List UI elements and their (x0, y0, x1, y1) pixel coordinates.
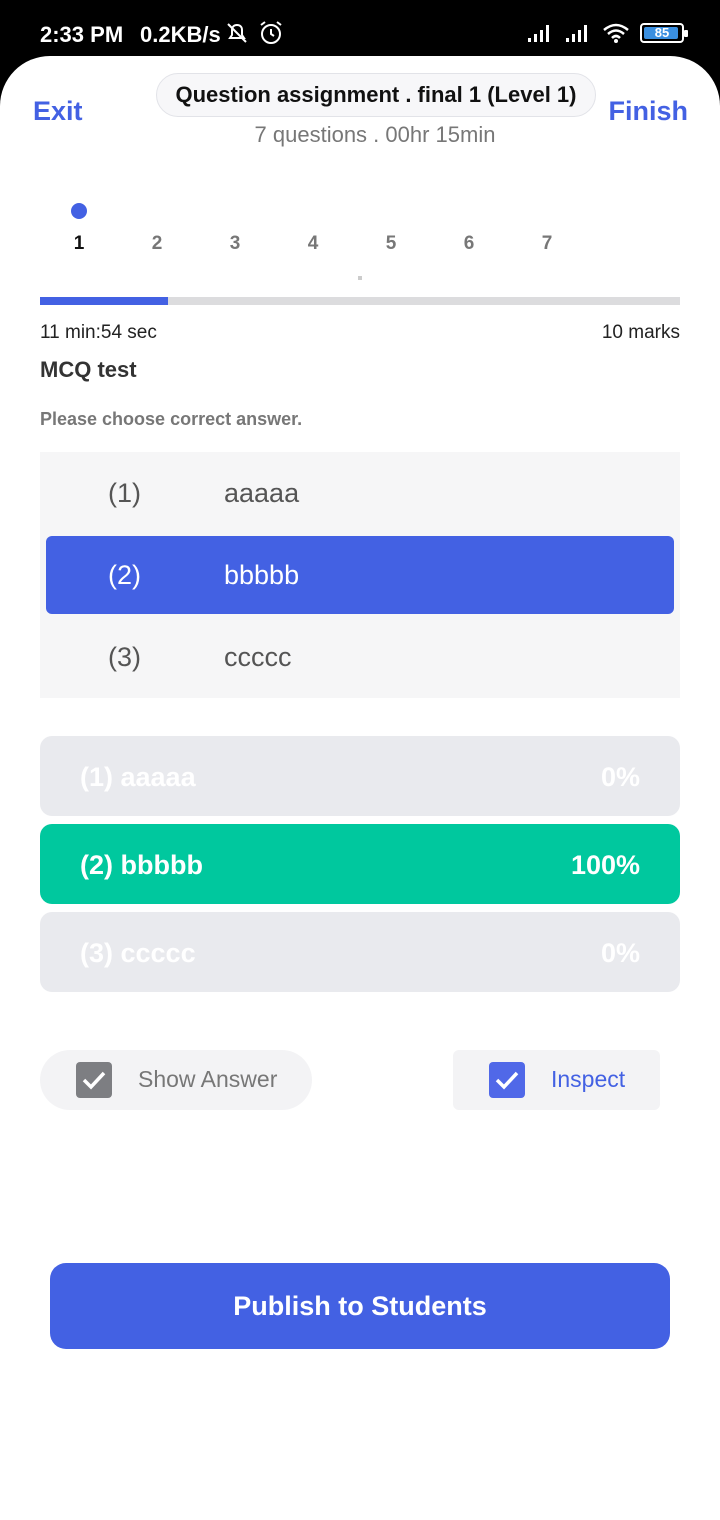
option-2[interactable]: (2) bbbbb (46, 536, 674, 614)
signal-icon (528, 25, 549, 42)
result-label: (1) aaaaa (80, 762, 196, 792)
question-type-title: MCQ test (40, 357, 137, 382)
option-number: (2) (108, 560, 141, 590)
option-number: (1) (108, 478, 141, 508)
question-tab-3[interactable]: 3 (220, 233, 250, 255)
publish-button[interactable]: Publish to Students (50, 1263, 670, 1349)
battery-icon: 85 (640, 23, 688, 43)
option-1[interactable]: (1) aaaaa (46, 454, 674, 532)
option-text: aaaaa (224, 478, 300, 508)
result-bar-1: (1) aaaaa 0% (40, 736, 680, 816)
question-tab-4[interactable]: 4 (298, 233, 328, 255)
option-number: (3) (108, 642, 141, 672)
status-icons-left (224, 20, 284, 46)
page-subtitle: 7 questions . 00hr 15min (254, 122, 496, 147)
question-tab-1[interactable]: 1 (64, 233, 94, 255)
result-bar-2: (2) bbbbb 100% (40, 824, 680, 904)
bell-off-icon (227, 23, 247, 43)
result-label: (2) bbbbb (80, 850, 203, 880)
inspect-label: Inspect (551, 1066, 626, 1092)
result-percent: 0% (600, 762, 640, 792)
status-time: 2:33 PM (40, 22, 124, 47)
alarm-icon (260, 21, 282, 44)
show-answer-label: Show Answer (138, 1066, 278, 1092)
show-answer-checkbox[interactable] (76, 1062, 112, 1098)
question-tab-2[interactable]: 2 (142, 233, 172, 255)
timer-text: 11 min:54 sec (40, 322, 157, 343)
checkmark-icon (495, 1071, 519, 1090)
inspect-checkbox[interactable] (489, 1062, 525, 1098)
question-progress-bar (40, 297, 680, 305)
question-tab-5[interactable]: 5 (376, 233, 406, 255)
result-bar-3: (3) ccccc 0% (40, 912, 680, 992)
current-question-indicator (71, 203, 87, 219)
result-percent: 100% (570, 850, 640, 880)
status-net-speed: 0.2KB/s (140, 22, 221, 47)
scroll-indicator (358, 276, 362, 280)
option-text: bbbbb (224, 560, 300, 590)
question-tab-6[interactable]: 6 (454, 233, 484, 255)
option-text: ccccc (224, 642, 292, 672)
question-tab-7[interactable]: 7 (532, 233, 562, 255)
result-label: (3) ccccc (80, 938, 196, 968)
option-3[interactable]: (3) ccccc (46, 618, 674, 696)
question-progress-fill (40, 297, 168, 305)
inspect-toggle[interactable]: Inspect (453, 1050, 660, 1110)
question-instruction: Please choose correct answer. (40, 409, 303, 429)
result-percent: 0% (600, 938, 640, 968)
signal-icon (566, 25, 587, 42)
page-title: Question assignment . final 1 (Level 1) (156, 73, 596, 117)
main-screen: Exit Question assignment . final 1 (Leve… (0, 56, 720, 1520)
checkmark-icon (82, 1071, 106, 1090)
answer-options: (1) aaaaa (2) bbbbb (3) ccccc (40, 452, 680, 698)
show-answer-toggle[interactable]: Show Answer (40, 1050, 312, 1110)
status-icons-right: 85 (526, 22, 688, 44)
marks-text: 10 marks (601, 322, 680, 343)
wifi-icon (603, 23, 629, 43)
battery-level: 85 (654, 25, 670, 40)
